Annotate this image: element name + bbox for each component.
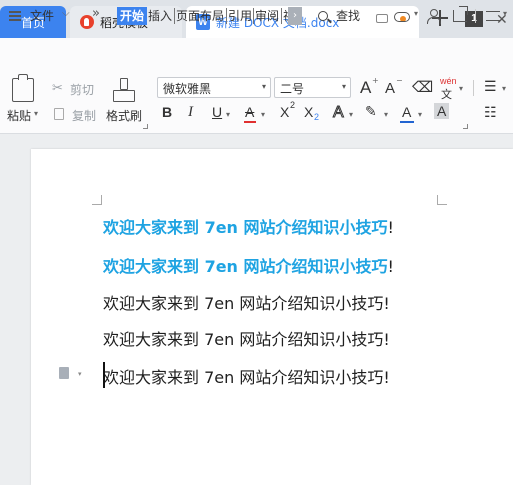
paragraph-3-text: 欢迎大家来到 7en 网站介绍知识小技巧 xyxy=(103,294,384,313)
tab-scroll-right-button[interactable]: › xyxy=(288,7,302,25)
search-icon[interactable] xyxy=(318,11,328,21)
paragraph-5-text: 欢迎大家来到 7en 网站介绍知识小技巧 xyxy=(103,368,384,387)
paragraph-4[interactable]: 欢迎大家来到 7en 网站介绍知识小技巧! xyxy=(103,326,390,350)
menu-separator xyxy=(226,8,227,24)
margin-corner-mark xyxy=(437,195,447,205)
cut-button[interactable]: 剪切 xyxy=(70,81,94,98)
paragraph-2-text: 欢迎大家来到 7en 网站介绍知识小技巧 xyxy=(103,257,388,276)
font-group-launcher-icon[interactable] xyxy=(463,124,468,129)
paragraph-5[interactable]: 欢迎大家来到 7en 网站介绍知识小技巧! xyxy=(103,364,390,388)
text-effect-button[interactable]: A xyxy=(333,104,345,122)
menu-separator xyxy=(174,8,175,24)
tab-start[interactable]: 开始 xyxy=(117,7,148,25)
chevron-down-icon[interactable]: ▾ xyxy=(418,110,422,119)
paragraph-2[interactable]: 欢迎大家来到 7en 网站介绍知识小技巧! xyxy=(103,253,394,277)
scissors-icon[interactable]: ✂ xyxy=(52,81,63,96)
more-options-icon[interactable] xyxy=(486,11,500,21)
font-color-button[interactable]: A xyxy=(402,104,411,120)
bullet-list-icon[interactable]: ☰ xyxy=(484,78,497,95)
menu-file[interactable]: 文件 xyxy=(30,7,54,24)
copy-button[interactable]: 复制 xyxy=(72,107,96,124)
chevron-down-icon[interactable]: ▾ xyxy=(226,110,230,119)
font-size-value: 二号 xyxy=(280,82,305,96)
phonetic-guide-button[interactable]: 文 xyxy=(441,86,452,102)
chevron-down-icon[interactable]: ▾ xyxy=(262,82,266,91)
format-painter-icon[interactable] xyxy=(113,78,135,102)
paragraph-2-suffix: ! xyxy=(387,257,394,276)
clipboard-icon[interactable] xyxy=(12,74,34,102)
subscript-digit: 2 xyxy=(314,112,320,122)
strikethrough-button[interactable]: A xyxy=(245,104,254,120)
paragraph-3[interactable]: 欢迎大家来到 7en 网站介绍知识小技巧! xyxy=(103,290,390,314)
strike-color-bar xyxy=(244,121,256,123)
underline-button[interactable]: U xyxy=(212,104,222,120)
chevron-down-icon[interactable]: ▾ xyxy=(384,110,388,119)
paragraph-4-suffix: ! xyxy=(383,330,390,349)
tab-review[interactable]: 审阅 xyxy=(255,7,279,25)
chevron-down-icon[interactable]: ▾ xyxy=(349,110,353,119)
chevron-down-icon[interactable]: ▾ xyxy=(78,370,82,378)
highlight-icon[interactable]: ✎ xyxy=(365,103,377,120)
tab-references[interactable]: 引用 xyxy=(228,7,252,25)
numbered-list-icon[interactable]: ☷ xyxy=(484,104,497,121)
share-icon[interactable] xyxy=(453,6,468,22)
hamburger-menu-icon[interactable] xyxy=(9,11,21,21)
char-shading-button[interactable]: A xyxy=(434,103,450,119)
chevron-down-icon[interactable]: ▾ xyxy=(34,109,38,118)
bold-button[interactable]: B xyxy=(162,104,172,120)
font-name-value: 微软雅黑 xyxy=(163,82,212,96)
chevron-down-icon[interactable]: ▾ xyxy=(503,9,507,18)
shrink-font-arrow-icon: − xyxy=(396,76,403,85)
menu-more-button[interactable]: » xyxy=(92,6,100,21)
paragraph-4-text: 欢迎大家来到 7en 网站介绍知识小技巧 xyxy=(103,330,384,349)
ribbon-separator xyxy=(473,80,474,96)
font-size-select[interactable]: 二号 ▾ xyxy=(274,77,351,98)
chevron-down-icon[interactable]: ⌵ xyxy=(62,8,70,19)
format-painter-button[interactable]: 格式刷 xyxy=(106,107,142,124)
clipboard-group-launcher-icon[interactable] xyxy=(143,124,148,129)
menu-separator xyxy=(253,8,254,24)
chevron-down-icon[interactable]: ▾ xyxy=(502,84,506,93)
chevron-down-icon[interactable]: ▾ xyxy=(459,84,463,93)
tab-page-layout[interactable]: 页面布局 xyxy=(176,7,224,25)
superscript-button[interactable]: X xyxy=(280,104,289,120)
paragraph-1[interactable]: 欢迎大家来到 7en 网站介绍知识小技巧! xyxy=(103,214,394,238)
tab-insert[interactable]: 插入 xyxy=(148,7,172,25)
font-color-bar xyxy=(400,121,414,123)
chevron-down-icon[interactable]: ▾ xyxy=(261,110,265,119)
menu-separator xyxy=(475,9,476,23)
search-label[interactable]: 查找 xyxy=(336,7,360,24)
cloud-icon[interactable] xyxy=(394,12,410,22)
paragraph-5-suffix: ! xyxy=(383,368,390,387)
collaborate-user-icon[interactable] xyxy=(427,9,441,24)
copy-icon[interactable] xyxy=(54,108,64,120)
menu-separator xyxy=(281,8,282,24)
eraser-icon[interactable]: ⌫ xyxy=(412,78,433,96)
chevron-down-icon[interactable]: ▾ xyxy=(414,9,418,18)
menu-bar xyxy=(0,38,513,70)
grow-font-button[interactable]: A xyxy=(360,78,371,98)
margin-corner-mark xyxy=(92,195,102,205)
paragraph-handle-icon[interactable] xyxy=(59,367,69,379)
paragraph-1-text: 欢迎大家来到 7en 网站介绍知识小技巧 xyxy=(103,218,388,237)
paragraph-1-suffix: ! xyxy=(387,218,394,237)
phonetic-guide-top[interactable]: wén xyxy=(440,76,457,86)
chevron-down-icon[interactable]: ▾ xyxy=(342,82,346,91)
paste-button[interactable]: 粘贴 xyxy=(7,107,31,124)
font-name-select[interactable]: 微软雅黑 ▾ xyxy=(157,77,271,98)
shrink-font-button[interactable]: A xyxy=(385,80,395,97)
superscript-digit: 2 xyxy=(290,100,296,110)
paragraph-3-suffix: ! xyxy=(383,294,390,313)
italic-button[interactable]: I xyxy=(188,104,193,121)
monitor-icon[interactable] xyxy=(376,14,388,23)
grow-font-arrow-icon: + xyxy=(372,76,379,85)
subscript-button[interactable]: X xyxy=(304,104,313,120)
text-cursor xyxy=(103,362,105,388)
